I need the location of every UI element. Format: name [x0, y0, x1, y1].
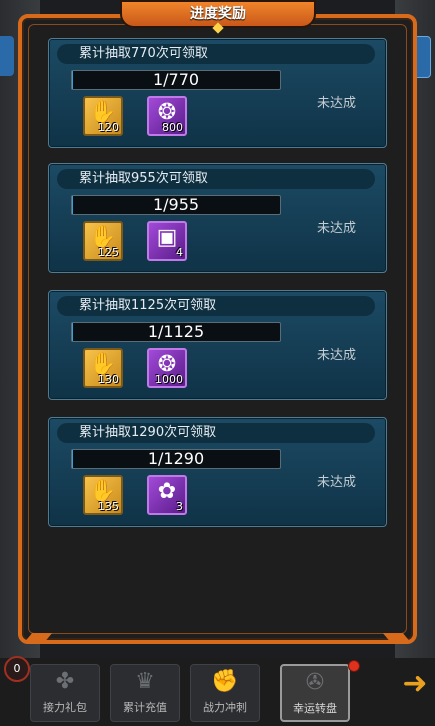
reward-condition: 累计抽取770次可领取 [57, 44, 375, 64]
reward-card: 累计抽取1125次可领取 1/1125 ✋ 130 ❂ 1000 未达成 [48, 290, 387, 400]
dialog-title-text: 进度奖励 [190, 6, 246, 22]
reward-condition: 累计抽取1125次可领取 [57, 296, 375, 316]
reward-qty: 130 [98, 373, 119, 386]
dialog-notch-left [23, 633, 53, 643]
crown-icon: ♛ [135, 669, 155, 694]
tab-lucky-wheel[interactable]: ✇ 幸运转盘 [280, 664, 350, 722]
status-label: 未达成 [316, 348, 356, 363]
reward-qty: 3 [176, 500, 183, 513]
progress-bar: 1/1125 [71, 322, 281, 342]
reward-qty: 135 [98, 500, 119, 513]
status-label: 未达成 [316, 221, 356, 236]
side-panel-left [0, 36, 14, 76]
reward-qty: 125 [98, 246, 119, 259]
tab-relay-gift[interactable]: ✤ 接力礼包 [30, 664, 100, 722]
next-arrow-icon[interactable]: ➜ [397, 666, 433, 702]
status-label: 未达成 [316, 475, 356, 490]
reward-card: 累计抽取770次可领取 1/770 ✋ 120 ❂ 800 未达成 [48, 38, 387, 148]
progress-bar: 1/955 [71, 195, 281, 215]
reward-item-card-pack[interactable]: ▣ 4 [147, 221, 187, 261]
progress-text: 1/955 [152, 195, 200, 214]
reward-qty: 1000 [155, 373, 183, 386]
tab-label: 幸运转盘 [293, 702, 337, 715]
progress-bar: 1/770 [71, 70, 281, 90]
reward-item-chef-card[interactable]: ✋ 125 [83, 221, 123, 261]
reward-card: 累计抽取1290次可领取 1/1290 ✋ 135 ✿ 3 未达成 [48, 417, 387, 527]
notification-dot [348, 660, 360, 672]
reward-item-green-gem[interactable]: ❂ 800 [147, 96, 187, 136]
status-label: 未达成 [316, 96, 356, 111]
reward-card: 累计抽取955次可领取 1/955 ✋ 125 ▣ 4 未达成 [48, 163, 387, 273]
tab-label: 累计充值 [123, 701, 167, 714]
reward-item-chef-card[interactable]: ✋ 130 [83, 348, 123, 388]
progress-bar: 1/1290 [71, 449, 281, 469]
left-badge: 0 [4, 656, 30, 682]
tab-label: 接力礼包 [43, 701, 87, 714]
tab-cumulative-recharge[interactable]: ♛ 累计充值 [110, 664, 180, 722]
reward-qty: 120 [98, 121, 119, 134]
dialog-notch-right [382, 633, 412, 643]
reward-qty: 800 [162, 121, 183, 134]
reward-condition: 累计抽取955次可领取 [57, 169, 375, 189]
progress-text: 1/1290 [147, 449, 205, 468]
reward-item-green-gem[interactable]: ❂ 1000 [147, 348, 187, 388]
reward-item-coin-bag[interactable]: ✿ 3 [147, 475, 187, 515]
fist-icon: ✊ [211, 669, 239, 694]
progress-text: 1/1125 [147, 322, 205, 341]
progress-text: 1/770 [152, 70, 200, 89]
reward-qty: 4 [176, 246, 183, 259]
wheel-icon: ✇ [305, 670, 325, 695]
tab-label: 战力冲刺 [203, 701, 247, 714]
gift-icon: ✤ [55, 669, 75, 694]
reward-item-chef-card[interactable]: ✋ 135 [83, 475, 123, 515]
dialog-title: 进度奖励 [120, 0, 316, 34]
reward-condition: 累计抽取1290次可领取 [57, 423, 375, 443]
reward-item-chef-card[interactable]: ✋ 120 [83, 96, 123, 136]
tab-power-sprint[interactable]: ✊ 战力冲刺 [190, 664, 260, 722]
